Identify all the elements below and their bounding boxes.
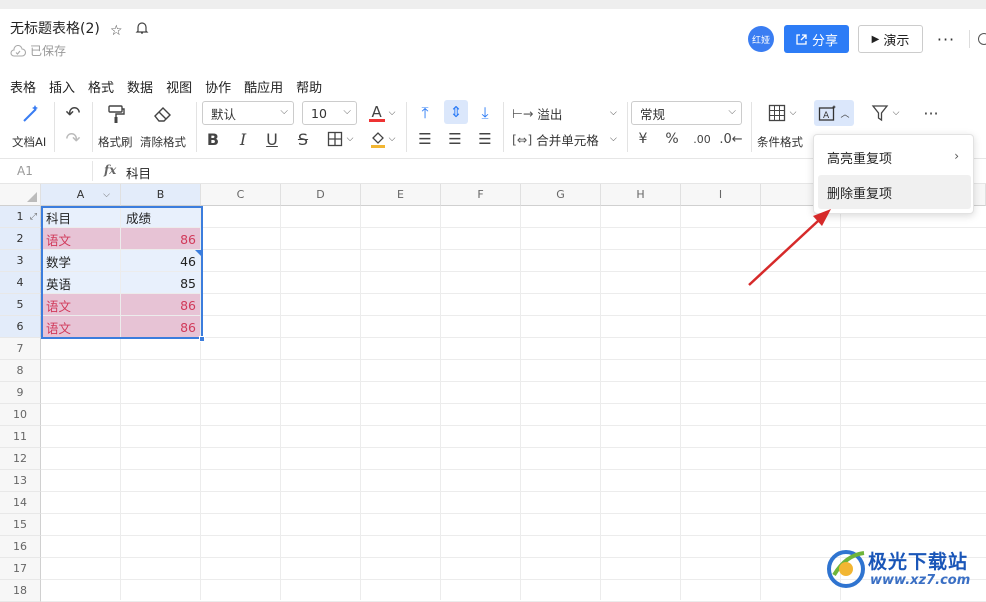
watermark-title: 极光下载站 (868, 551, 969, 573)
logo-icon (827, 550, 865, 588)
watermark: 极光下载站 www.xz7.com (824, 545, 984, 595)
watermark-url: www.xz7.com (870, 573, 971, 588)
annotation-arrow (748, 209, 831, 286)
